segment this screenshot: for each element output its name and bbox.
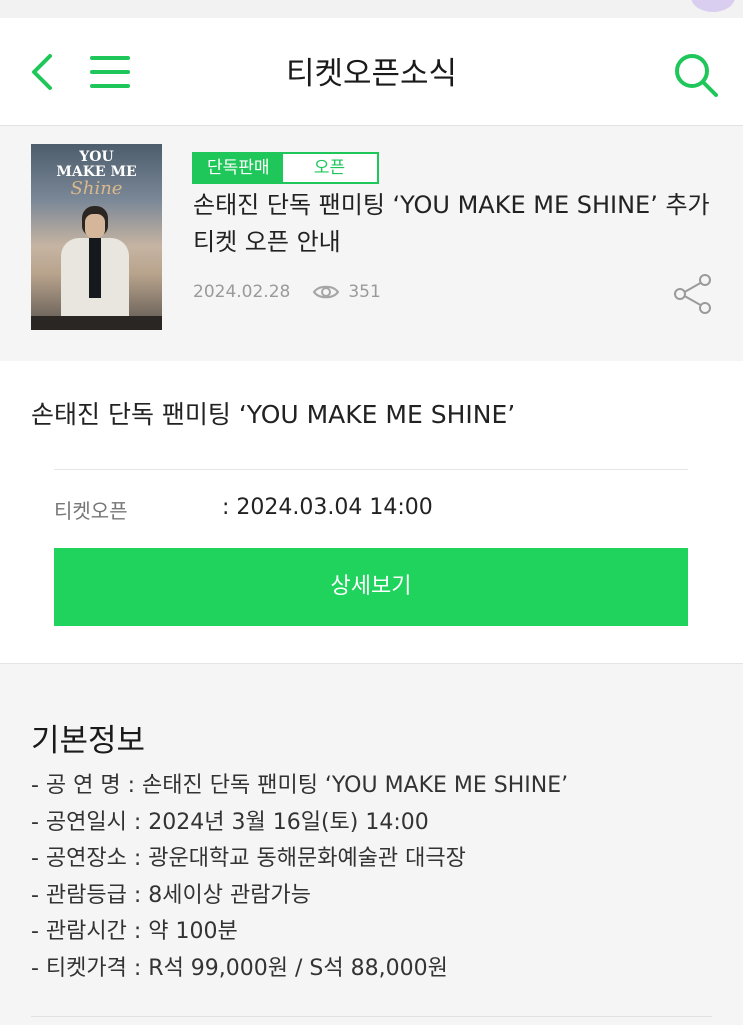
- info-item-performance-datetime: - 공연일시 : 2024년 3월 16일(토) 14:00: [31, 809, 429, 835]
- view-details-button[interactable]: 상세보기: [54, 548, 688, 626]
- status-badges: 단독판매 오픈: [192, 152, 379, 184]
- article-date: 2024.02.28: [193, 282, 291, 302]
- search-icon[interactable]: [673, 52, 719, 98]
- info-item-running-time: - 관람시간 : 약 100분: [31, 919, 238, 944]
- view-count: 351: [348, 282, 381, 302]
- info-item-age-rating: - 관람등급 : 8세이상 관람가능: [31, 882, 311, 908]
- article-meta: 2024.02.28 351: [193, 282, 381, 302]
- share-icon[interactable]: [672, 274, 714, 314]
- ticket-open-card: 손태진 단독 팬미팅 ‘YOU MAKE ME SHINE’ 티켓오픈 : 20…: [0, 361, 743, 664]
- event-title: 손태진 단독 팬미팅 ‘YOU MAKE ME SHINE’: [31, 400, 516, 429]
- basic-info-heading: 기본정보: [31, 723, 146, 759]
- poster-figure-shirt: [89, 238, 101, 298]
- poster-footer-strip: [31, 316, 162, 330]
- poster-title: YOU MAKE ME: [31, 150, 162, 180]
- card-divider: [54, 469, 688, 470]
- article-summary[interactable]: YOU MAKE ME Shine 단독판매 오픈 손태진 단독 팬미팅 ‘YO…: [0, 127, 743, 361]
- ticket-open-datetime: : 2024.03.04 14:00: [222, 495, 433, 520]
- info-item-ticket-price: - 티켓가격 : R석 99,000원 / S석 88,000원: [31, 955, 448, 981]
- ticket-open-label: 티켓오픈: [54, 499, 128, 523]
- poster-script-title: Shine: [70, 178, 123, 199]
- open-badge: 오픈: [282, 154, 377, 182]
- basic-info-section: 기본정보 - 공 연 명 : 손태진 단독 팬미팅 ‘YOU MAKE ME S…: [0, 665, 743, 1025]
- status-indicator: [691, 0, 735, 12]
- status-bar: [0, 0, 743, 18]
- poster-figure-face: [85, 214, 105, 238]
- article-headline[interactable]: 손태진 단독 팬미팅 ‘YOU MAKE ME SHINE’ 추가 티켓 오픈 …: [193, 187, 723, 261]
- eye-icon: [313, 285, 340, 299]
- page-title: 티켓오픈소식: [285, 56, 458, 92]
- exclusive-sale-badge: 단독판매: [194, 154, 283, 182]
- app-header: 티켓오픈소식: [0, 18, 743, 126]
- event-poster-image: YOU MAKE ME Shine: [31, 144, 162, 330]
- basic-info-list: - 공 연 명 : 손태진 단독 팬미팅 ‘YOU MAKE ME SHINE’…: [31, 768, 568, 987]
- info-item-performance-name: - 공 연 명 : 손태진 단독 팬미팅 ‘YOU MAKE ME SHINE’: [31, 773, 569, 798]
- info-item-venue: - 공연장소 : 광운대학교 동해문화예술관 대극장: [31, 846, 466, 871]
- section-divider: [31, 1016, 712, 1017]
- poster-title-line1: YOU: [79, 149, 114, 165]
